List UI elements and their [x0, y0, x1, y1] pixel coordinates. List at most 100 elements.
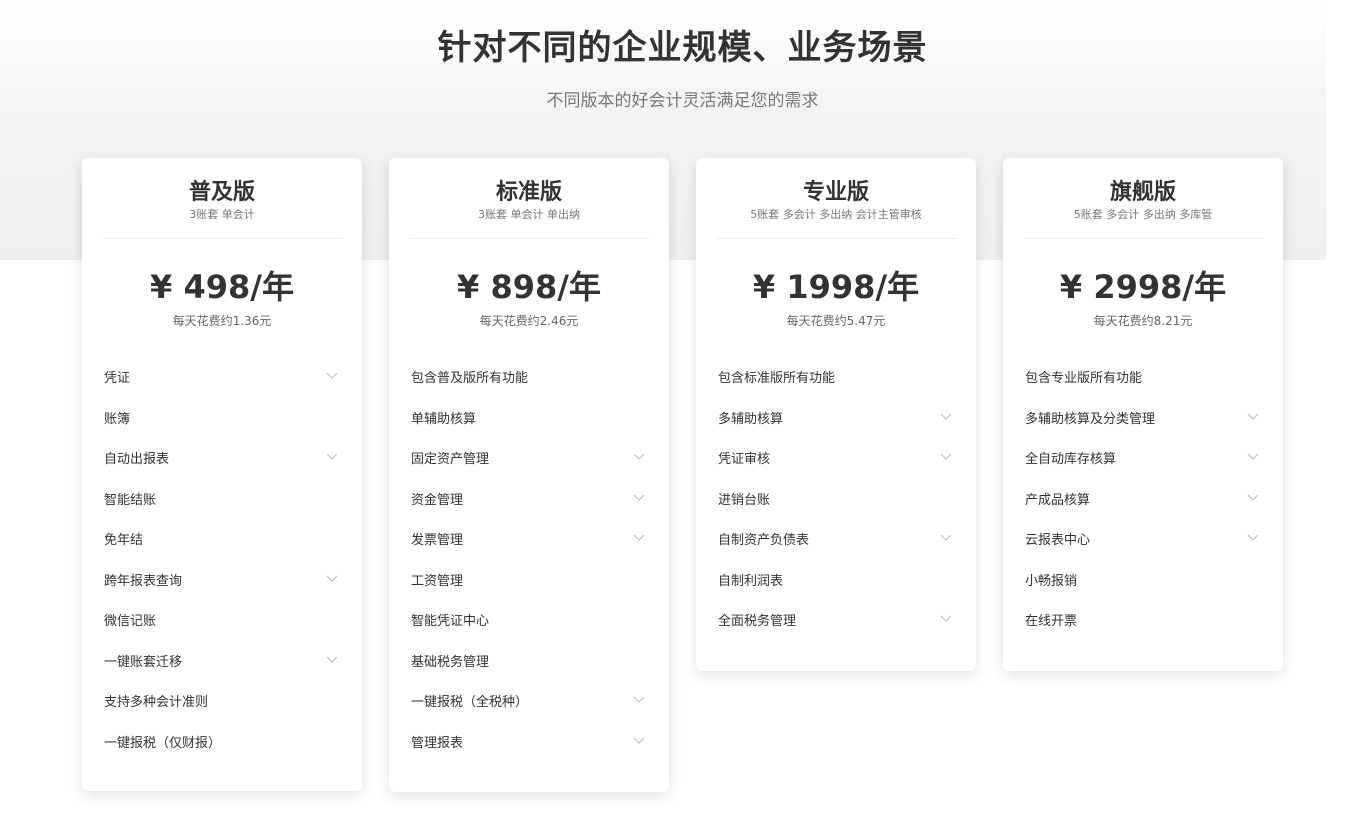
feature-label: 产成品核算 [1025, 492, 1091, 508]
plan-price: ¥ 2998/年 [1059, 268, 1227, 306]
chevron-down-icon[interactable] [940, 615, 952, 625]
chevron-down-icon[interactable] [326, 575, 338, 585]
feature-label: 基础税务管理 [411, 654, 490, 670]
chevron-down-icon[interactable] [633, 534, 645, 544]
plan-description: 3账套 单会计 单出纳 [478, 208, 580, 221]
feature-item[interactable]: 管理报表 [389, 724, 669, 765]
feature-label: 凭证 [104, 371, 131, 386]
feature-item: 微信记账 [82, 602, 362, 643]
feature-label: 固定资产管理 [411, 452, 490, 467]
plan-divider [717, 238, 957, 239]
plan-name: 普及版 [188, 180, 255, 205]
plan-daily-cost: 每天花费约8.21元 [1093, 314, 1193, 328]
feature-label: 包含专业版所有功能 [1025, 371, 1143, 386]
feature-item: 小畅报销 [1003, 562, 1283, 603]
feature-list: 凭证账簿自动出报表智能结账免年结跨年报表查询微信记账一键账套迁移支持多种会计准则… [82, 359, 362, 764]
feature-label: 多辅助核算及分类管理 [1025, 411, 1156, 427]
chevron-down-icon[interactable] [940, 534, 952, 544]
plan-divider [1024, 238, 1264, 239]
feature-label: 工资管理 [411, 573, 464, 589]
chevron-down-icon[interactable] [1247, 494, 1259, 504]
feature-label: 微信记账 [104, 614, 157, 629]
feature-label: 免年结 [104, 533, 144, 548]
chevron-down-icon[interactable] [940, 453, 952, 463]
feature-label: 进销台账 [718, 492, 771, 508]
feature-item[interactable]: 多辅助核算及分类管理 [1003, 400, 1283, 441]
feature-item: 单辅助核算 [389, 400, 669, 441]
chevron-down-icon[interactable] [633, 737, 645, 747]
feature-item[interactable]: 固定资产管理 [389, 440, 669, 481]
plan-card-basic: 普及版 3账套 单会计 ¥ 498/年 每天花费约1.36元 凭证账簿自动出报表… [82, 158, 362, 791]
feature-label: 单辅助核算 [411, 411, 477, 427]
feature-item[interactable]: 发票管理 [389, 521, 669, 562]
plan-price: ¥ 898/年 [457, 268, 601, 306]
feature-item: 智能结账 [82, 481, 362, 522]
feature-item: 一键报税（仅财报） [82, 724, 362, 765]
feature-item[interactable]: 资金管理 [389, 481, 669, 522]
feature-label: 自动出报表 [104, 452, 170, 467]
feature-item[interactable]: 跨年报表查询 [82, 562, 362, 603]
feature-item[interactable]: 一键账套迁移 [82, 643, 362, 684]
plan-price: ¥ 498/年 [150, 268, 294, 306]
feature-label: 在线开票 [1025, 614, 1078, 629]
chevron-down-icon[interactable] [326, 372, 338, 382]
feature-item: 自制利润表 [696, 562, 976, 603]
feature-label: 云报表中心 [1025, 533, 1091, 548]
feature-list: 包含标准版所有功能多辅助核算凭证审核进销台账自制资产负债表自制利润表全面税务管理 [696, 359, 976, 643]
feature-label: 账簿 [104, 411, 131, 427]
plan-card-standard: 标准版 3账套 单会计 单出纳 ¥ 898/年 每天花费约2.46元 包含普及版… [389, 158, 669, 792]
feature-item[interactable]: 自制资产负债表 [696, 521, 976, 562]
feature-item[interactable]: 多辅助核算 [696, 400, 976, 441]
plan-description: 3账套 单会计 [189, 208, 255, 221]
chevron-down-icon[interactable] [940, 413, 952, 423]
feature-label: 智能结账 [104, 492, 157, 508]
feature-label: 管理报表 [411, 735, 464, 751]
plan-daily-cost: 每天花费约1.36元 [172, 314, 272, 328]
chevron-down-icon[interactable] [633, 494, 645, 504]
feature-label: 一键报税（全税种） [411, 695, 529, 710]
plan-card-professional: 专业版 5账套 多会计 多出纳 会计主管审核 ¥ 1998/年 每天花费约5.4… [696, 158, 976, 671]
chevron-down-icon[interactable] [633, 453, 645, 463]
page-edge-strip [1326, 0, 1365, 815]
plan-name: 标准版 [495, 180, 562, 205]
feature-item[interactable]: 凭证 [82, 359, 362, 400]
plan-daily-cost: 每天花费约2.46元 [479, 314, 579, 328]
feature-item: 支持多种会计准则 [82, 683, 362, 724]
chevron-down-icon[interactable] [633, 696, 645, 706]
feature-item[interactable]: 全自动库存核算 [1003, 440, 1283, 481]
feature-label: 自制资产负债表 [718, 533, 810, 548]
feature-item: 基础税务管理 [389, 643, 669, 684]
feature-label: 凭证审核 [718, 452, 771, 467]
feature-label: 发票管理 [411, 533, 464, 548]
feature-label: 包含普及版所有功能 [411, 371, 529, 386]
page-title: 针对不同的企业规模、业务场景 [437, 28, 928, 68]
plan-daily-cost: 每天花费约5.47元 [786, 314, 886, 328]
feature-item[interactable]: 产成品核算 [1003, 481, 1283, 522]
feature-item: 智能凭证中心 [389, 602, 669, 643]
feature-list: 包含普及版所有功能 单辅助核算固定资产管理资金管理发票管理工资管理智能凭证中心基础… [389, 359, 669, 764]
plan-divider [410, 238, 650, 239]
plan-description: 5账套 多会计 多出纳 多库管 [1073, 208, 1213, 221]
feature-item: 免年结 [82, 521, 362, 562]
feature-item: 包含专业版所有功能 [1003, 359, 1283, 400]
feature-item: 账簿 [82, 400, 362, 441]
page-subtitle: 不同版本的好会计灵活满足您的需求 [546, 91, 819, 111]
chevron-down-icon[interactable] [1247, 413, 1259, 423]
feature-item[interactable]: 凭证审核 [696, 440, 976, 481]
chevron-down-icon[interactable] [1247, 453, 1259, 463]
feature-item: 工资管理 [389, 562, 669, 603]
feature-item: 包含普及版所有功能 [389, 359, 669, 400]
feature-item[interactable]: 一键报税（全税种） [389, 683, 669, 724]
feature-item: 包含标准版所有功能 [696, 359, 976, 400]
chevron-down-icon[interactable] [1247, 534, 1259, 544]
plan-card-flagship: 旗舰版 5账套 多会计 多出纳 多库管 ¥ 2998/年 每天花费约8.21元 … [1003, 158, 1283, 671]
feature-list: 包含专业版所有功能 多辅助核算及分类管理全自动库存核算产成品核算云报表中心小畅报销… [1003, 359, 1283, 643]
chevron-down-icon[interactable] [326, 453, 338, 463]
feature-item[interactable]: 云报表中心 [1003, 521, 1283, 562]
chevron-down-icon[interactable] [326, 656, 338, 666]
feature-label: 一键账套迁移 [104, 654, 183, 670]
feature-item[interactable]: 全面税务管理 [696, 602, 976, 643]
feature-item[interactable]: 自动出报表 [82, 440, 362, 481]
feature-label: 全面税务管理 [718, 614, 797, 629]
feature-label: 包含标准版所有功能 [718, 371, 836, 386]
